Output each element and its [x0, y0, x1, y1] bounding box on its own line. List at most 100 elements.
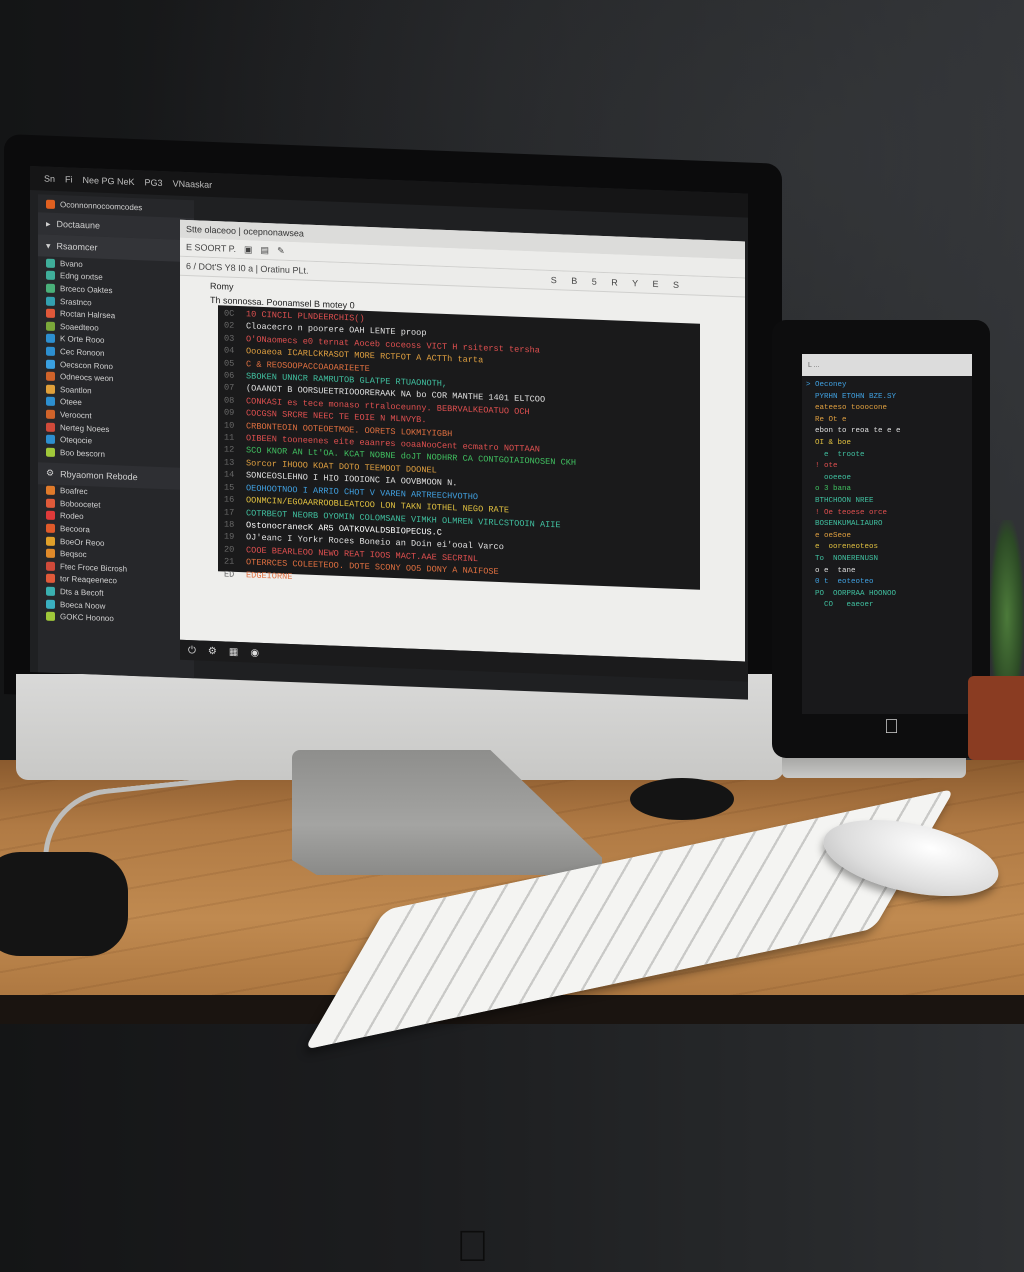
menu-item[interactable]: Sn: [44, 174, 55, 184]
section-label: Rbyaomon Rebode: [60, 468, 138, 482]
file-icon: [46, 333, 55, 344]
line-number: 07: [224, 382, 235, 394]
apple-logo-icon: : [884, 716, 899, 739]
sidebar-item-label: Roctan Halrsea: [60, 309, 116, 321]
user-icon[interactable]: ◉: [250, 647, 259, 658]
sidebar-item-label: Cec Ronoon: [60, 347, 105, 358]
file-icon: [46, 346, 55, 356]
bold-icon[interactable]: ▣: [244, 244, 253, 255]
sidebar-item-label: Odneocs weon: [60, 372, 114, 384]
tab-title: Stte olaceoo | ocepnonawsea: [186, 223, 304, 239]
font-controls[interactable]: 6 / DOt'S Y8 I0 a | Oratinu PLt.: [186, 261, 308, 276]
file-icon: [46, 498, 55, 508]
gear-icon: ⚙: [46, 467, 55, 478]
file-icon: [46, 561, 55, 571]
code-line: ebon to reoa te e e: [806, 427, 901, 436]
file-icon: [46, 536, 55, 546]
file-icon: [46, 296, 55, 306]
file-icon: [46, 283, 55, 293]
line-number: 10: [224, 420, 235, 431]
sidebar-top-label: Oconnonnocoomcodes: [60, 199, 143, 212]
power-icon[interactable]: ⏻: [188, 645, 196, 656]
code-line: e oeSeoe: [806, 531, 852, 540]
menu-item[interactable]: VNaaskar: [173, 178, 213, 190]
line-number: 14: [224, 469, 235, 481]
section-label: Doctaaune: [56, 219, 101, 231]
sidebar-item-label: Ftec Froce Bicrosh: [60, 562, 128, 574]
line-number: 09: [224, 407, 235, 419]
line-number: 18: [224, 519, 235, 530]
code-line: PO OORPRAA HOONOO: [806, 589, 897, 598]
file-icon: [46, 434, 55, 445]
format-buttons[interactable]: S B 5 R Y E S: [551, 275, 685, 290]
file-icon: [46, 396, 55, 407]
file-icon: [46, 258, 55, 268]
code-block[interactable]: 0C 10 CINCIL PLNDEERCHIS() 02 Cloacecro n p…: [218, 305, 700, 590]
toolbar-buttons[interactable]: E SOORT P.: [186, 242, 236, 254]
sidebar-item-label: Srastnco: [60, 296, 92, 307]
section-label: Rsaomcer: [56, 241, 98, 253]
line-number: 08: [224, 395, 235, 406]
file-icon: [46, 409, 55, 419]
code-line: BOSENKUMALIAURO: [806, 520, 883, 529]
sidebar-item-label: Boafrec: [60, 486, 88, 497]
code-line: > Oeconey: [806, 381, 847, 389]
settings-icon[interactable]: ⚙: [208, 645, 217, 656]
line-number: 11: [224, 432, 235, 443]
file-icon: [46, 321, 55, 331]
app-icon: [46, 199, 55, 209]
code-line: To NONERENUSN: [806, 554, 879, 563]
file-icon: [46, 611, 55, 622]
sidebar-item-label: tor Reaqeeneco: [60, 574, 117, 586]
sidebar-item-label: Oteee: [60, 397, 82, 408]
folder-icon: ▸: [46, 218, 51, 229]
sidebar-item-label: Brceco Oaktes: [60, 284, 113, 296]
file-sidebar: Oconnonnocoomcodes ▸ Doctaaune ▾ Rsaomce…: [38, 194, 194, 679]
line-number: 20: [224, 544, 235, 555]
sidebar-item-label: Boeca Noow: [60, 599, 106, 611]
sidebar-item-label: Nerteg Noees: [60, 422, 110, 434]
menu-item[interactable]: Fi: [65, 174, 73, 184]
line-number: 16: [224, 494, 235, 505]
file-icon: [46, 308, 55, 319]
menu-item[interactable]: PG3: [145, 177, 163, 188]
apple-logo-icon: : [456, 1222, 489, 1272]
main-screen: Sn Fi Nee PG NeK PG3 VNaaskar Oconnonnocoomc…: [30, 166, 748, 700]
line-number: 0C: [224, 308, 235, 319]
line-number: 12: [224, 444, 235, 456]
address-bar[interactable]: L ...: [802, 354, 972, 376]
sidebar-item-label: Bvano: [60, 258, 83, 269]
file-icon: [46, 447, 55, 457]
sidebar-item-label: Beqsoc: [60, 549, 87, 560]
line-number: 04: [224, 345, 235, 357]
file-icon: [46, 523, 55, 534]
document-pane: Stte olaceoo | ocepnonawsea E SOORT P. ▣…: [180, 219, 745, 662]
sidebar-item-label: Boo bescorn: [60, 447, 105, 459]
format-icon[interactable]: ✎: [277, 245, 285, 256]
secondary-monitor: L ... > Oeconey PYRHN ETOHN BZE.SY eatee…: [772, 320, 992, 778]
code-line: eateeso tooocone: [806, 404, 888, 413]
grid-icon[interactable]: ▦: [229, 646, 238, 657]
file-icon: [46, 371, 55, 382]
sidebar-item-label: Oecscon Rono: [60, 359, 113, 371]
file-icon: [46, 586, 55, 597]
file-icon: [46, 271, 55, 281]
file-icon: [46, 384, 55, 394]
menu-item[interactable]: Nee PG NeK: [83, 175, 135, 187]
code-line: e troote: [806, 450, 865, 459]
file-icon: [46, 359, 55, 369]
secondary-screen: L ... > Oeconey PYRHN ETOHN BZE.SY eatee…: [802, 354, 972, 714]
line-number: 05: [224, 358, 235, 369]
sidebar-item-label: Boboocetet: [60, 499, 101, 510]
sidebar-item-label: Becoora: [60, 524, 90, 535]
code-line: 0 t eoteoteo: [806, 578, 874, 587]
plant: [990, 520, 1024, 680]
line-number: 06: [224, 370, 235, 381]
file-icon: [46, 548, 55, 559]
line-number: 19: [224, 531, 235, 543]
save-icon[interactable]: ▤: [261, 244, 270, 255]
file-icon: [46, 485, 55, 496]
code-line: ! Oe teoese orce: [806, 508, 888, 517]
plant-pot: [968, 676, 1024, 760]
sidebar-item-label: Rodeo: [60, 511, 84, 522]
